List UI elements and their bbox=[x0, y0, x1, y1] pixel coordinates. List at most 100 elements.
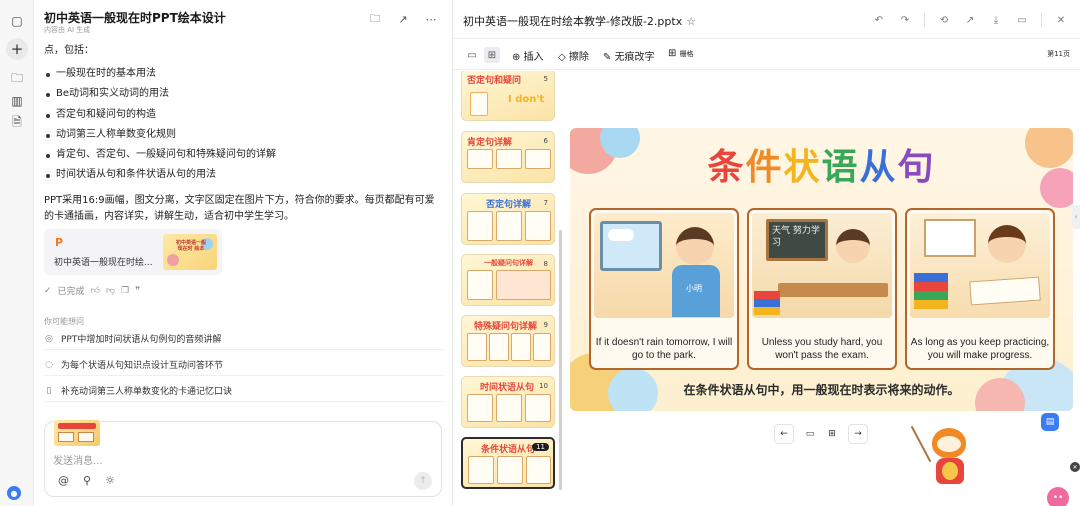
editor-window-tools: ↶ ↷ ⟲ ↗ ⤓ ▭ ✕ bbox=[872, 13, 1068, 27]
message-status-row: ✓ 已完成 👍︎ 👎︎ ❐ ❞ bbox=[44, 284, 140, 298]
quote-icon[interactable]: ❞ bbox=[135, 286, 140, 296]
mascot-face bbox=[937, 436, 961, 452]
chat-subtitle: 内容由 AI 生成 bbox=[44, 26, 91, 34]
present-icon[interactable]: ▭ bbox=[1015, 13, 1029, 27]
thumbnail-block bbox=[525, 394, 551, 422]
thumbnail-block bbox=[467, 149, 493, 169]
lightbulb-icon[interactable]: ☼ bbox=[105, 474, 115, 487]
grid-view-icon[interactable]: ⊞ bbox=[484, 47, 500, 63]
no-trace-edit-button[interactable]: ✎ 无痕改字 bbox=[603, 48, 655, 63]
grid-label: 栅格 bbox=[679, 50, 694, 58]
editor-panel: 初中英语一般现在时绘本教学-修改版-2.pptx ☆ ↶ ↷ ⟲ ↗ ⤓ ▭ ✕ … bbox=[453, 0, 1080, 506]
more-icon[interactable]: ⋯ bbox=[424, 12, 438, 26]
slide-thumbnail-active[interactable]: 条件状语从句 11 bbox=[461, 437, 555, 489]
thumbnail-scrollbar[interactable] bbox=[559, 230, 562, 490]
suggestion-item[interactable]: ◌ 为每个状语从句知识点设计互动问答环节 bbox=[44, 354, 444, 376]
history-icon[interactable]: ⟲ bbox=[937, 13, 951, 27]
single-view-icon[interactable]: ▭ bbox=[464, 47, 480, 63]
thumbnail-block bbox=[525, 211, 551, 241]
share-icon[interactable]: ↗ bbox=[396, 12, 410, 26]
thumbnail-number: 5 bbox=[543, 75, 548, 83]
suggestions-title: 你可能想问 bbox=[44, 317, 84, 326]
books-illustration bbox=[914, 273, 948, 309]
document-icon[interactable]: 🗎 bbox=[8, 114, 26, 132]
file-thumbnail: 初中英语一般现在时 绘本 bbox=[163, 234, 217, 270]
attachment-thumbnail[interactable] bbox=[54, 420, 100, 446]
folder-icon[interactable]: 🗀 bbox=[8, 70, 26, 88]
title-char: 语 bbox=[821, 147, 860, 188]
thumbnail-block bbox=[496, 394, 522, 422]
folder-icon[interactable]: 🗀 bbox=[368, 12, 382, 26]
undo-icon[interactable]: ↶ bbox=[872, 13, 886, 27]
books-illustration bbox=[754, 291, 780, 315]
next-slide-button[interactable]: → bbox=[848, 424, 868, 444]
cloud-illustration bbox=[608, 229, 634, 241]
list-item: 肯定句、否定句、一般疑问句和特殊疑问句的详解 bbox=[44, 145, 444, 165]
message-intro: 点，包括： bbox=[44, 45, 94, 56]
paper-illustration bbox=[969, 276, 1041, 306]
slide-panel: As long as you keep practicing, you will… bbox=[905, 208, 1055, 370]
mascot-staff bbox=[910, 425, 932, 463]
grid-view-icon[interactable]: ⊞ bbox=[822, 424, 842, 444]
assistant-mascot-icon[interactable]: •• bbox=[1047, 487, 1069, 506]
slide-title: 条件状语从句 bbox=[570, 138, 1073, 190]
grid-button[interactable]: ⊞ 栅格 bbox=[668, 48, 694, 59]
dragon-mascot bbox=[910, 418, 978, 492]
ppt-file-card[interactable]: P 初中英语一般现在时绘... 初中英语一般现在时 绘本 bbox=[44, 229, 222, 275]
slide-thumbnail[interactable]: 一般疑问句详解 8 bbox=[461, 254, 555, 306]
close-icon[interactable]: ✕ bbox=[1070, 462, 1080, 472]
slide-thumbnail[interactable]: 否定句和疑问 5 I don't bbox=[461, 71, 555, 121]
main-slide[interactable]: 条件状语从句 小明 If it doesn't rain tomorrow, I… bbox=[570, 128, 1073, 411]
erase-label: 擦除 bbox=[568, 52, 589, 63]
send-button[interactable]: ↑ bbox=[414, 472, 432, 490]
thumbnail-number: 8 bbox=[543, 260, 548, 268]
page-indicator: 第11页 bbox=[1047, 50, 1070, 58]
slide-thumbnail[interactable]: 否定句详解 7 bbox=[461, 193, 555, 245]
thumbnail-block bbox=[511, 333, 531, 361]
panel-illustration bbox=[910, 213, 1050, 318]
document-title-text: 初中英语一般现在时绘本教学-修改版-2.pptx bbox=[463, 15, 683, 28]
suggestion-item[interactable]: ◎ PPT中增加时间状语从句例句的音频讲解 bbox=[44, 328, 444, 350]
copy-icon[interactable]: ❐ bbox=[121, 286, 129, 296]
download-icon[interactable]: ⤓ bbox=[989, 13, 1003, 27]
thumbnail-title: 时间状语从句 bbox=[480, 383, 535, 393]
new-chat-button[interactable]: + bbox=[6, 38, 28, 60]
suggestion-text: PPT中增加时间状语从句例句的音频讲解 bbox=[61, 335, 222, 345]
library-icon[interactable]: ▥ bbox=[8, 92, 26, 110]
thumbnail-block bbox=[467, 333, 487, 361]
redo-icon[interactable]: ↷ bbox=[898, 13, 912, 27]
name-tag: 小明 bbox=[686, 284, 702, 293]
share-icon[interactable]: ↗ bbox=[963, 13, 977, 27]
star-icon[interactable]: ☆ bbox=[686, 15, 696, 28]
slide-thumbnail[interactable]: 特殊疑问句详解 9 bbox=[461, 315, 555, 367]
message-paragraph: PPT采用16:9画幅，图文分离，文字区固定在图片下方，符合你的要求。每页都配有… bbox=[44, 194, 435, 222]
thumbs-down-icon[interactable]: 👎︎ bbox=[106, 286, 115, 296]
thumbnail-figure bbox=[470, 92, 488, 116]
mascot-belly bbox=[942, 462, 958, 480]
avatar[interactable]: ● bbox=[7, 486, 21, 500]
erase-button[interactable]: ◇ 擦除 bbox=[558, 48, 589, 63]
thumbnail-block bbox=[468, 456, 494, 484]
thumbnail-block bbox=[525, 149, 551, 169]
at-icon[interactable]: @ bbox=[58, 474, 69, 487]
thumbnail-title: 否定句和疑问 bbox=[467, 76, 522, 86]
slide-thumbnail[interactable]: 肯定句详解 6 bbox=[461, 131, 555, 183]
desk-illustration bbox=[778, 283, 888, 297]
close-icon[interactable]: ✕ bbox=[1054, 13, 1068, 27]
previous-slide-button[interactable]: ← bbox=[774, 424, 794, 444]
thumbs-up-icon[interactable]: 👍︎ bbox=[91, 286, 100, 296]
slide-thumbnail[interactable]: 时间状语从句 10 bbox=[461, 376, 555, 428]
chat-fab-icon[interactable]: ▤ bbox=[1041, 413, 1059, 431]
suggestion-item[interactable]: ▯ 补充动词第三人称单数变化的卡通记忆口诀 bbox=[44, 380, 444, 402]
single-view-icon[interactable]: ▭ bbox=[800, 424, 820, 444]
paperclip-icon[interactable]: ⚲ bbox=[83, 474, 91, 487]
sidebar-toggle-icon[interactable]: ▢ bbox=[8, 12, 26, 30]
chat-title: 初中英语一般现在时PPT绘本设计 bbox=[44, 11, 226, 25]
panel-caption: Unless you study hard, you won't pass th… bbox=[761, 337, 883, 361]
collapse-panel-icon[interactable]: ‹ bbox=[1072, 205, 1080, 229]
message-input[interactable]: 发送消息... bbox=[53, 452, 103, 467]
slide-panel: 天气 努力学习 Unless you study hard, you won't… bbox=[747, 208, 897, 370]
bullet-list: 一般现在时的基本用法 Be动词和实义动词的用法 否定句和疑问句的构造 动词第三人… bbox=[44, 64, 444, 186]
insert-button[interactable]: ⊕ 插入 bbox=[512, 48, 544, 63]
thumbnail-title: 否定句详解 bbox=[486, 200, 532, 210]
